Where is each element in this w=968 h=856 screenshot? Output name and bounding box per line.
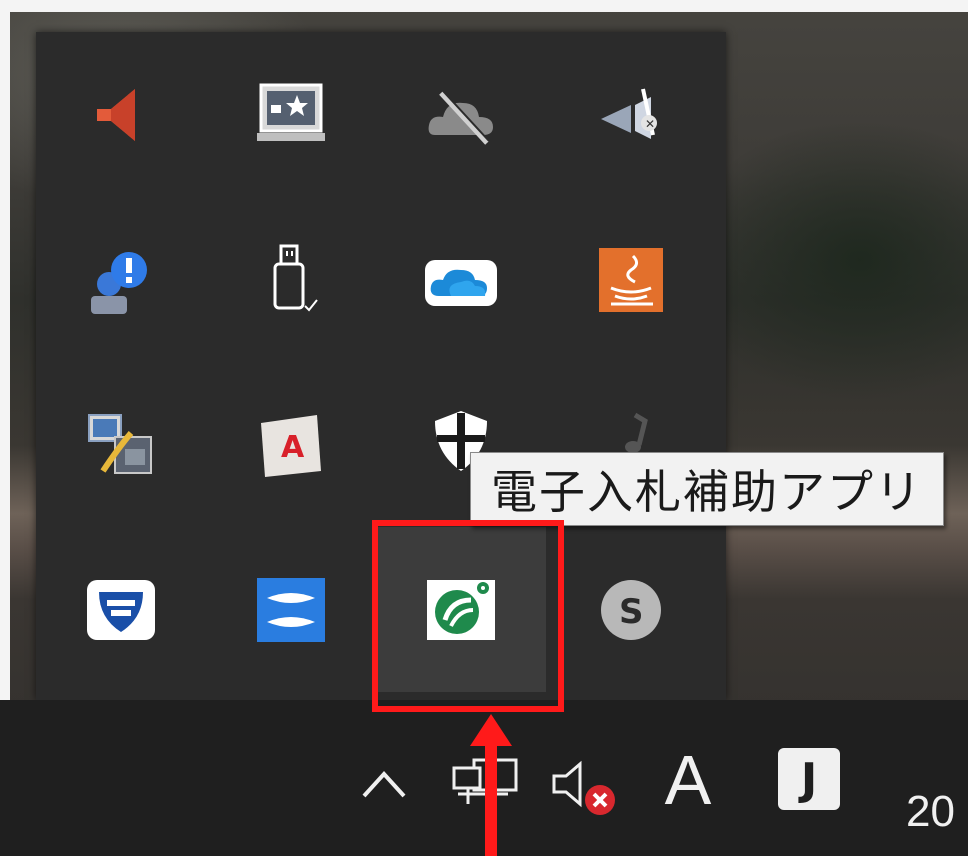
cloud-offline-icon (421, 75, 501, 155)
ime-j-icon: J (778, 748, 840, 810)
tray-item-network-slash[interactable]: ✕ (546, 32, 716, 197)
security-fshield-icon (81, 570, 161, 650)
tray-item-security-fshield[interactable] (36, 527, 206, 692)
tray-item-screen-star[interactable] (206, 32, 376, 197)
highlight-box (372, 520, 564, 712)
tray-item-usb-drive[interactable] (206, 197, 376, 362)
speaker-red-icon (81, 75, 161, 155)
network-button[interactable] (446, 752, 522, 816)
tray-item-user-warning[interactable] (36, 197, 206, 362)
tray-item-onedrive[interactable] (376, 197, 546, 362)
tray-item-skype[interactable]: S (546, 527, 716, 692)
tray-item-app-s-blue[interactable] (206, 527, 376, 692)
network-icon (452, 758, 518, 804)
tray-item-display-settings[interactable] (36, 362, 206, 527)
skype-icon: S (591, 570, 671, 650)
network-slash-icon: ✕ (591, 75, 671, 155)
ime-j-label: J (800, 753, 818, 805)
java-icon (591, 240, 671, 320)
volume-muted-icon (552, 760, 615, 815)
usb-drive-icon (251, 240, 331, 320)
svg-text:A: A (281, 430, 305, 465)
user-warning-icon (81, 240, 161, 320)
onedrive-icon (421, 240, 501, 320)
app-s-blue-icon (251, 570, 331, 650)
svg-text:S: S (619, 592, 644, 632)
image-frame-top (0, 0, 968, 12)
clock-partial[interactable]: 20 (906, 784, 968, 840)
acrobat-icon: A (251, 405, 331, 485)
chevron-up-icon (362, 771, 406, 798)
show-hidden-icons-button[interactable] (352, 758, 416, 810)
tray-item-java[interactable] (546, 197, 716, 362)
tray-item-cloud-offline[interactable] (376, 32, 546, 197)
tray-item-acrobat[interactable]: A (206, 362, 376, 527)
tray-tooltip: 電子入札補助アプリ (470, 452, 944, 526)
display-settings-icon (81, 405, 161, 485)
tray-item-speaker[interactable] (36, 32, 206, 197)
svg-text:✕: ✕ (645, 117, 655, 131)
pointer-arrow-shaft (485, 742, 497, 856)
screen-star-icon (251, 75, 331, 155)
volume-button[interactable] (546, 756, 626, 820)
ime-mode-indicator[interactable]: A (648, 738, 728, 822)
ime-j-button[interactable]: J (776, 746, 842, 812)
